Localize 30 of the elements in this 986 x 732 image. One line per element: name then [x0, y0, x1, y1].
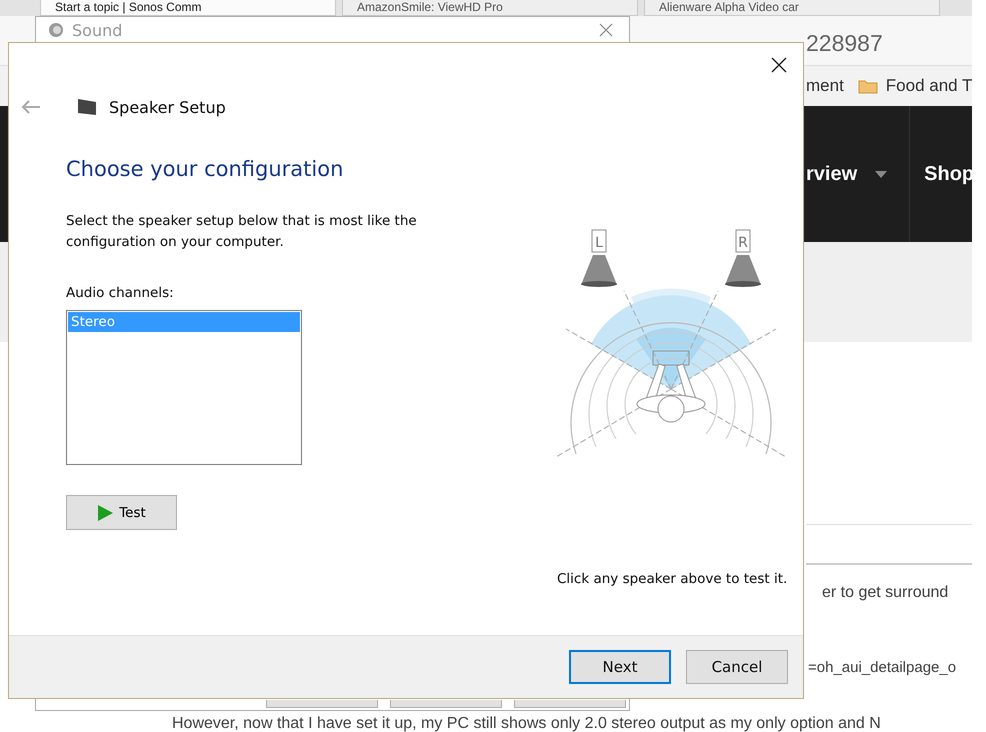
dialog-button[interactable]: Next	[569, 650, 671, 684]
dialog-button[interactable]	[266, 700, 378, 708]
description-text: Select the speaker setup below that is most like the configuration on your computer.	[66, 212, 418, 252]
list-label: Audio channels:	[66, 285, 174, 301]
page-heading: Choose your configuration	[66, 157, 344, 181]
body-text: However, now that I have set it up, my PC still shows only 2.0 stereo output as my only option and N	[172, 715, 881, 732]
test-button[interactable]: Test	[66, 495, 177, 530]
window-title: Sound	[72, 20, 122, 40]
browser-tab[interactable]: Start a topic | Sonos Comm	[40, 0, 336, 16]
bookmark-item[interactable]: Food and T	[858, 76, 972, 96]
browser-tab[interactable]: AmazonSmile: ViewHD Pro	[342, 0, 638, 16]
dialog-button[interactable]	[514, 700, 626, 708]
browser-tab[interactable]: Alienware Alpha Video car	[644, 0, 940, 16]
input-field[interactable]	[806, 524, 972, 565]
close-icon[interactable]	[771, 57, 787, 73]
body-text: er to get surround	[822, 584, 948, 602]
back-arrow-icon[interactable]	[21, 100, 41, 114]
dialog-button[interactable]	[390, 700, 502, 708]
play-icon	[97, 504, 114, 520]
speaker-icon	[77, 98, 97, 116]
wizard-title: Speaker Setup	[109, 98, 226, 116]
address-bar[interactable]: 228987	[806, 30, 966, 57]
speaker-icon	[48, 22, 64, 38]
dialog-button[interactable]: Cancel	[686, 650, 788, 684]
folder-icon	[858, 78, 878, 94]
body-text: =oh_aui_detailpage_o	[808, 659, 956, 676]
caret-icon	[875, 170, 888, 178]
hint-text: Click any speaker above to test it.	[557, 571, 788, 587]
nav-item[interactable]: rview	[806, 106, 910, 242]
bookmark-item[interactable]: ment	[806, 76, 844, 96]
